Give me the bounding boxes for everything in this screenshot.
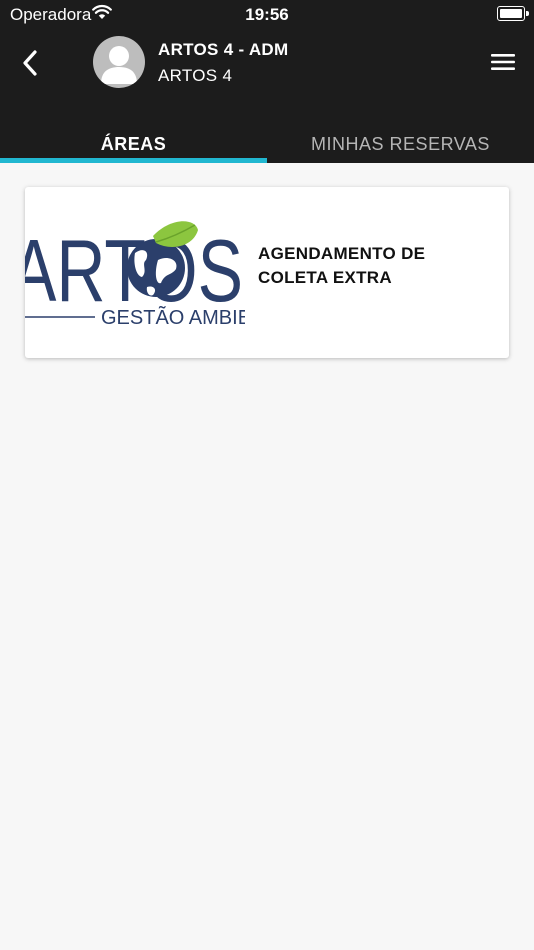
app-header: Operadora 19:56 ARTOS 4 - ADM ARTOS 4 ÁR… <box>0 0 534 163</box>
area-card[interactable]: ARTOS GESTÃO AMBIE AGENDAMENTO DE COLETA… <box>25 187 509 358</box>
logo-tagline: GESTÃO AMBIE <box>101 305 245 329</box>
battery-icon <box>497 6 529 21</box>
area-name-line1: AGENDAMENTO DE <box>258 244 426 263</box>
status-time: 19:56 <box>245 5 289 24</box>
active-tab-indicator <box>0 158 267 163</box>
back-arrow-icon[interactable] <box>18 46 46 80</box>
user-name: ARTOS 4 - ADM <box>158 40 289 59</box>
avatar[interactable] <box>93 36 145 88</box>
hamburger-menu-icon[interactable] <box>488 50 518 74</box>
tab-minhas-reservas[interactable]: MINHAS RESERVAS <box>267 134 534 163</box>
area-name-line2: COLETA EXTRA <box>258 268 392 287</box>
artos-logo: ARTOS GESTÃO AMBIE <box>25 221 245 329</box>
area-name: AGENDAMENTO DE COLETA EXTRA <box>258 242 425 290</box>
user-placeholder-icon <box>101 46 137 84</box>
condominium-name: ARTOS 4 <box>158 66 233 85</box>
status-bar: Operadora 19:56 <box>0 0 534 28</box>
